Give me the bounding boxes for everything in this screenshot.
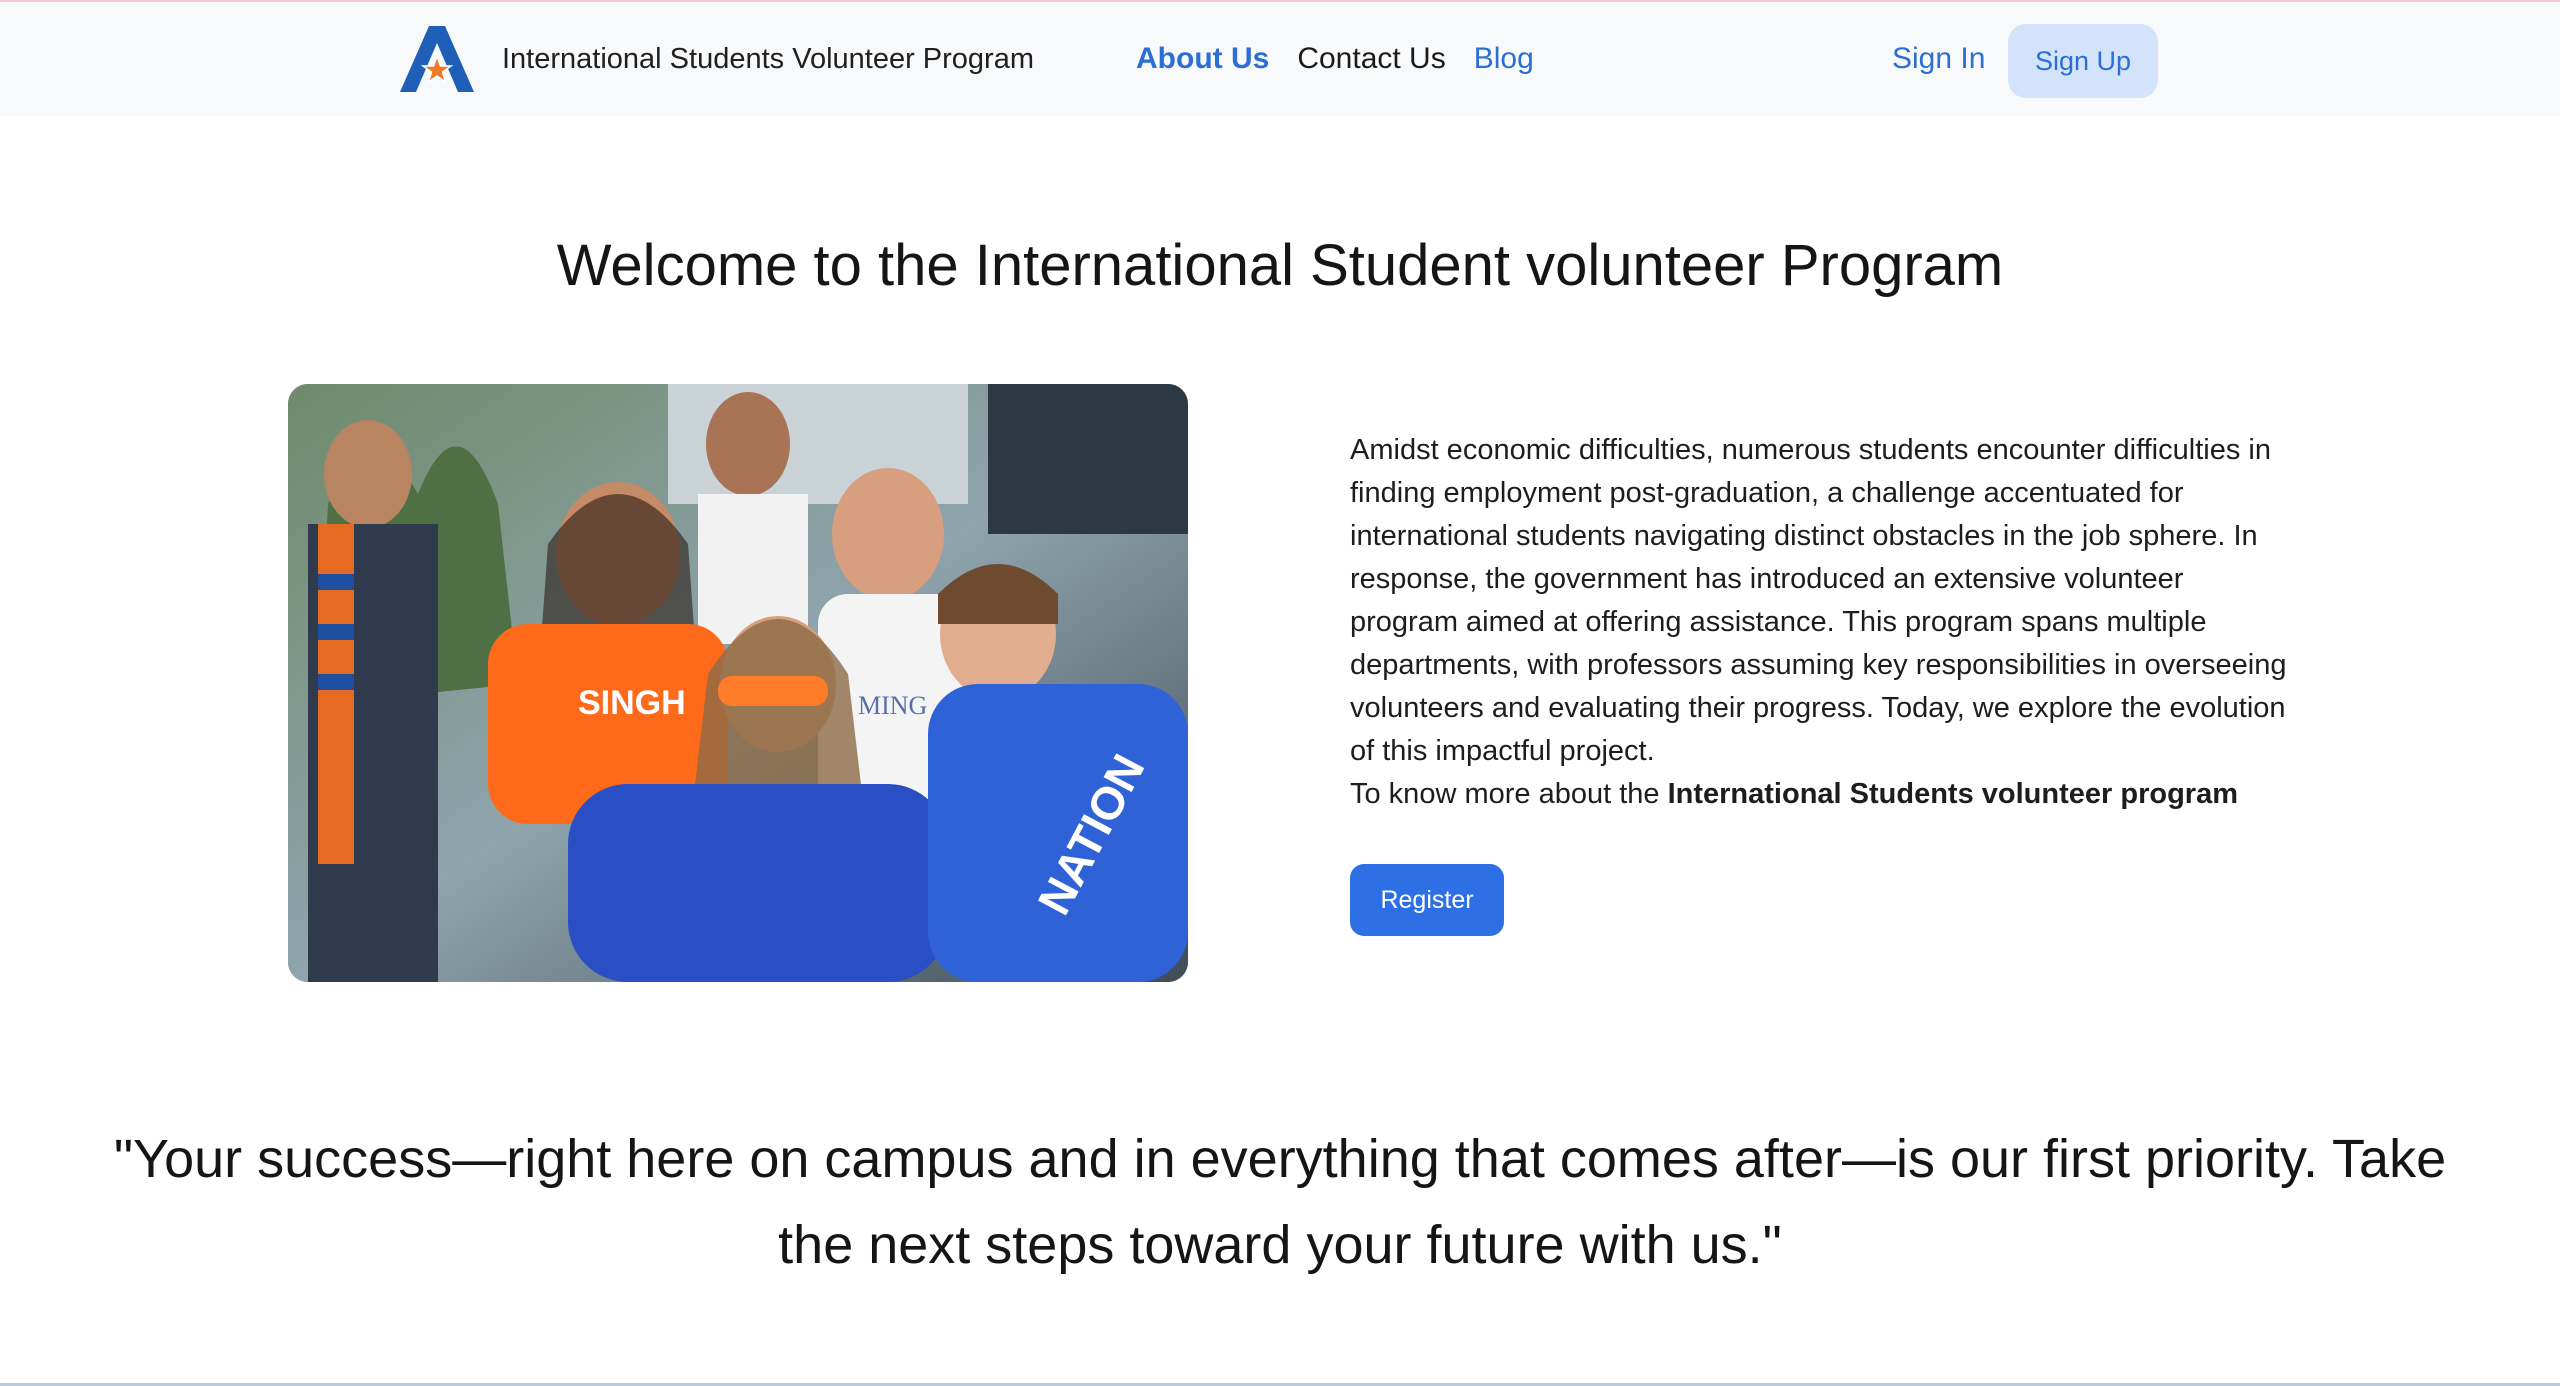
sign-up-button[interactable]: Sign Up bbox=[2008, 24, 2158, 98]
photo-shirt-text: SINGH bbox=[578, 684, 686, 722]
nav-about-us[interactable]: About Us bbox=[1136, 42, 1269, 76]
know-more-program-name: International Students volunteer program bbox=[1667, 778, 2238, 810]
main-nav: About Us Contact Us Blog bbox=[1136, 42, 1534, 76]
know-more-prefix: To know more about the bbox=[1350, 778, 1668, 810]
university-logo-icon bbox=[400, 26, 474, 92]
program-description: Amidst economic difficulties, numerous s… bbox=[1350, 429, 2290, 816]
photo-shirt-text-2: MING bbox=[858, 691, 927, 720]
brand[interactable]: International Students Volunteer Program bbox=[400, 26, 1034, 92]
students-photo: SINGH MING NATION bbox=[288, 384, 1188, 982]
nav-blog[interactable]: Blog bbox=[1474, 42, 1534, 76]
navbar: International Students Volunteer Program… bbox=[0, 2, 2560, 116]
nav-contact-us[interactable]: Contact Us bbox=[1297, 42, 1445, 76]
mission-quote: "Your success—right here on campus and i… bbox=[113, 1129, 2447, 1275]
description-text: Amidst economic difficulties, numerous s… bbox=[1350, 434, 2287, 767]
brand-name: International Students Volunteer Program bbox=[502, 42, 1034, 75]
page-title: Welcome to the International Student vol… bbox=[556, 233, 2004, 298]
sign-in-link[interactable]: Sign In bbox=[1892, 42, 1985, 76]
know-more-line: To know more about the International Stu… bbox=[1350, 773, 2290, 816]
register-button[interactable]: Register bbox=[1350, 864, 1504, 936]
students-photo-illustration: SINGH MING NATION bbox=[288, 384, 1188, 982]
